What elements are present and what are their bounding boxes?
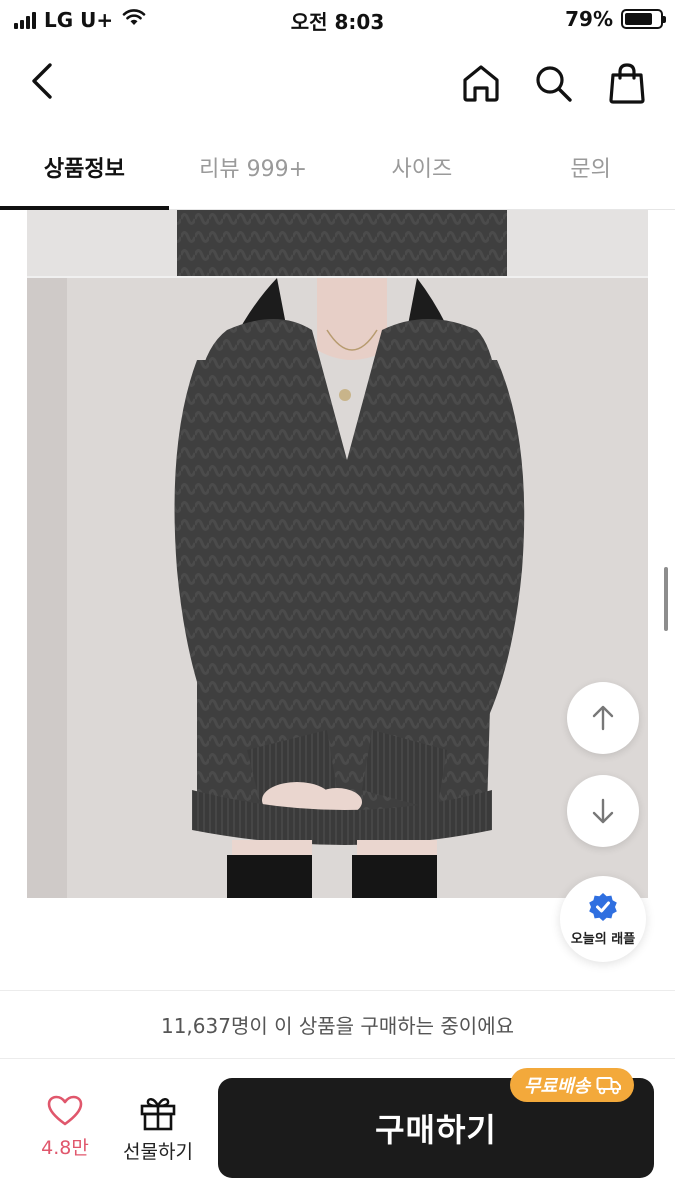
scrollbar[interactable] xyxy=(664,567,668,631)
search-button[interactable] xyxy=(526,56,580,110)
back-button[interactable] xyxy=(18,56,68,106)
battery-icon xyxy=(621,9,666,29)
search-icon xyxy=(536,66,572,102)
status-right: 79% xyxy=(565,7,666,31)
gift-label: 선물하기 xyxy=(123,1141,193,1163)
product-tabs: 상품정보 리뷰 999+ 사이즈 문의 xyxy=(0,124,675,210)
verified-badge-icon xyxy=(589,892,617,921)
product-photo xyxy=(27,210,648,898)
arrow-up-icon xyxy=(592,705,614,731)
tab-size[interactable]: 사이즈 xyxy=(338,124,507,209)
tab-inquiry[interactable]: 문의 xyxy=(506,124,675,209)
tab-label: 리뷰 999+ xyxy=(199,156,308,182)
free-shipping-label: 무료배송 xyxy=(524,1076,591,1097)
scroll-down-button[interactable] xyxy=(567,775,639,847)
back-arrow-icon xyxy=(32,63,52,99)
home-icon xyxy=(463,65,499,102)
tab-product-info[interactable]: 상품정보 xyxy=(0,124,169,210)
like-count: 4.8만 xyxy=(41,1137,89,1159)
battery-percent: 79% xyxy=(565,7,613,31)
free-shipping-badge: 무료배송 xyxy=(510,1068,635,1102)
like-button[interactable]: 4.8만 xyxy=(30,1095,100,1175)
product-photo-illustration xyxy=(27,210,648,898)
tab-label: 사이즈 xyxy=(391,156,453,182)
today-raffle-button[interactable]: 오늘의 래플 xyxy=(560,876,646,962)
tab-label: 상품정보 xyxy=(43,156,125,182)
tab-label: 문의 xyxy=(570,156,611,182)
gift-button[interactable]: 선물하기 xyxy=(112,1095,204,1175)
tab-reviews[interactable]: 리뷰 999+ xyxy=(169,124,338,209)
status-bar: LG U+ 오전 8:03 79% xyxy=(0,0,675,38)
arrow-down-icon xyxy=(592,798,614,824)
buyers-notice-text: 11,637명이 이 상품을 구매하는 중이에요 xyxy=(160,1014,514,1038)
buyers-notice: 11,637명이 이 상품을 구매하는 중이에요 xyxy=(0,990,675,1058)
gift-icon xyxy=(140,1098,176,1131)
buy-label: 구매하기 xyxy=(375,1111,497,1149)
battery-fill xyxy=(625,13,652,25)
delivery-truck-icon xyxy=(596,1077,622,1095)
app-header xyxy=(0,40,675,124)
cart-button[interactable] xyxy=(600,56,654,110)
scroll-up-button[interactable] xyxy=(567,682,639,754)
shopping-bag-icon xyxy=(609,63,645,104)
heart-icon xyxy=(47,1095,83,1126)
home-button[interactable] xyxy=(454,56,508,110)
raffle-label: 오늘의 래플 xyxy=(570,931,636,947)
